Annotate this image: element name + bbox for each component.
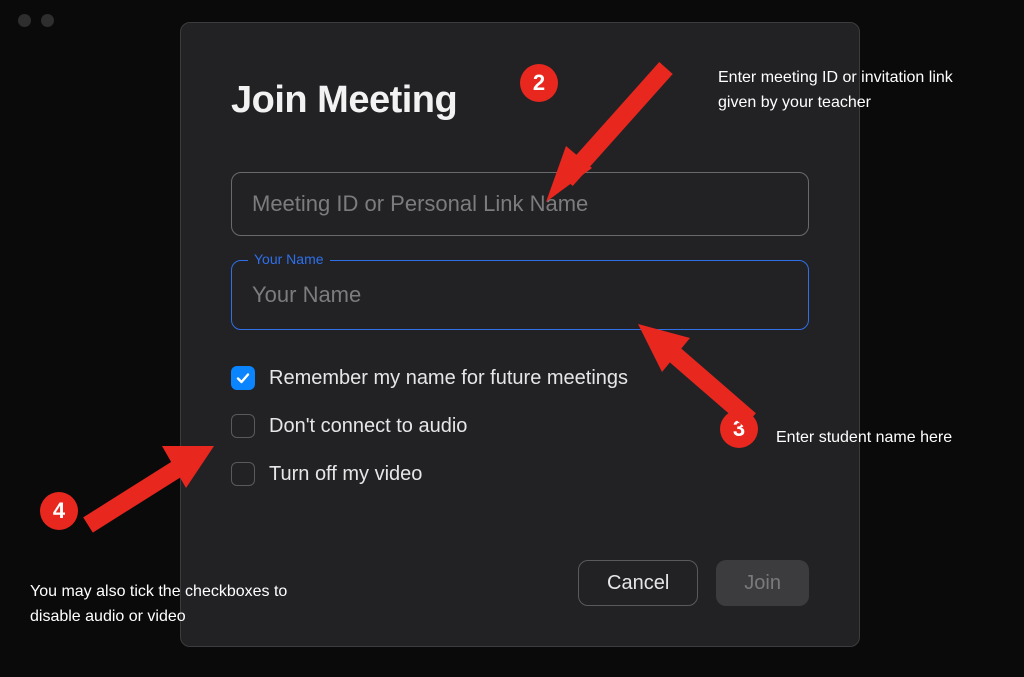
checkbox-remember-box[interactable] [231, 366, 255, 390]
checkbox-no-audio-box[interactable] [231, 414, 255, 438]
traffic-light-close[interactable] [18, 14, 31, 27]
cancel-button[interactable]: Cancel [578, 560, 698, 606]
dialog-buttons: Cancel Join [578, 560, 809, 606]
window-traffic-lights [18, 14, 54, 27]
annotation-text-3: Enter student name here [776, 426, 1006, 451]
checkbox-no-video[interactable]: Turn off my video [231, 462, 809, 486]
checkbox-no-video-box[interactable] [231, 462, 255, 486]
name-input[interactable] [252, 282, 788, 308]
checkbox-no-video-label: Turn off my video [269, 463, 422, 486]
checkbox-remember-name[interactable]: Remember my name for future meetings [231, 366, 809, 390]
annotation-badge-4: 4 [40, 492, 78, 530]
name-field-label: Your Name [248, 251, 330, 267]
checkmark-icon [235, 370, 251, 386]
traffic-light-minimize[interactable] [41, 14, 54, 27]
annotation-badge-3: 3 [720, 410, 758, 448]
meeting-id-field[interactable] [231, 172, 809, 236]
checkbox-no-audio-label: Don't connect to audio [269, 415, 467, 438]
annotation-text-2: Enter meeting ID or invitation link give… [718, 66, 988, 116]
name-field[interactable]: Your Name [231, 260, 809, 330]
checkbox-remember-label: Remember my name for future meetings [269, 367, 628, 390]
join-button[interactable]: Join [716, 560, 809, 606]
meeting-id-input[interactable] [252, 191, 788, 217]
join-meeting-dialog: Join Meeting Your Name Remember my name … [180, 22, 860, 647]
annotation-text-4: You may also tick the checkboxes to disa… [30, 580, 330, 630]
annotation-badge-2: 2 [520, 64, 558, 102]
